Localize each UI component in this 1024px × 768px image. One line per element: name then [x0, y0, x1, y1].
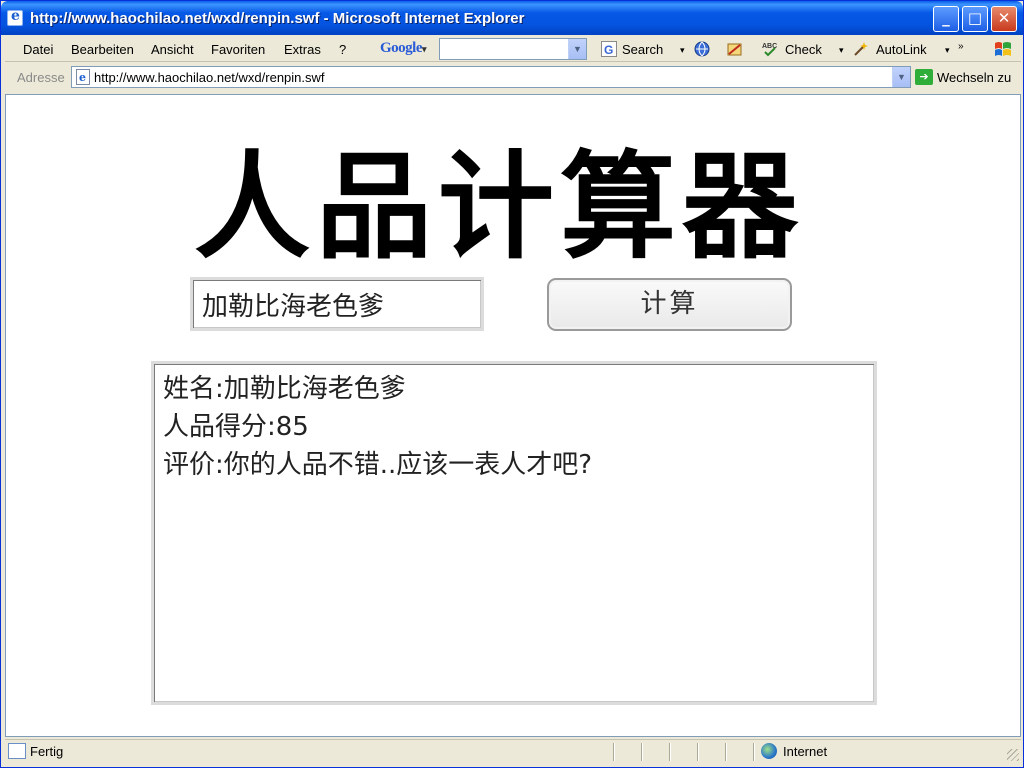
status-bar: Fertig Internet [5, 739, 1021, 763]
popup-blocker-icon[interactable] [727, 41, 743, 57]
page-done-icon [8, 743, 26, 759]
minimize-button[interactable]: _ [933, 6, 959, 32]
globe-icon[interactable] [694, 41, 710, 57]
go-label: Wechseln zu [937, 70, 1012, 85]
autolink-wand-icon[interactable] [853, 41, 869, 57]
autolink-button[interactable]: AutoLink [876, 42, 927, 57]
google-g-icon[interactable]: G [601, 41, 617, 57]
status-separator [725, 743, 727, 761]
check-button[interactable]: Check [785, 42, 822, 57]
menu-help[interactable]: ? [339, 42, 346, 57]
address-input[interactable]: e http://www.haochilao.net/wxd/renpin.sw… [71, 66, 911, 88]
title-bar[interactable]: http://www.haochilao.net/wxd/renpin.swf … [1, 1, 1023, 35]
status-separator [669, 743, 671, 761]
window-title: http://www.haochilao.net/wxd/renpin.swf … [30, 10, 525, 27]
menu-ansicht[interactable]: Ansicht [151, 42, 194, 57]
search-button[interactable]: Search [622, 42, 663, 57]
close-button[interactable]: ✕ [991, 6, 1017, 32]
address-url: http://www.haochilao.net/wxd/renpin.swf [94, 70, 325, 85]
svg-text:e: e [79, 71, 86, 84]
go-arrow-icon: ➔ [915, 69, 933, 85]
security-zone-label: Internet [783, 744, 828, 759]
result-comment-line: 评价:你的人品不错..应该一表人才吧? [163, 450, 593, 480]
status-separator [753, 743, 755, 761]
ie-logo-icon [7, 8, 23, 26]
menu-bearbeiten[interactable]: Bearbeiten [71, 42, 134, 57]
chevron-down-icon: ▾ [422, 44, 427, 54]
windows-logo-icon [995, 42, 1011, 56]
internet-zone-icon [761, 743, 777, 759]
search-dropdown-icon[interactable]: ▾ [680, 45, 685, 56]
chevron-down-icon[interactable]: ▼ [568, 39, 586, 59]
check-dropdown-icon[interactable]: ▾ [839, 45, 844, 56]
browser-window: http://www.haochilao.net/wxd/renpin.swf … [0, 0, 1024, 768]
maximize-button[interactable]: □ [962, 6, 988, 32]
calculate-button[interactable]: 计算 [547, 278, 792, 331]
menu-favoriten[interactable]: Favoriten [211, 42, 265, 57]
page-icon: e [76, 69, 90, 85]
name-input[interactable]: 加勒比海老色爹 [190, 277, 484, 331]
address-label: Adresse [17, 70, 65, 85]
address-bar: Adresse e http://www.haochilao.net/wxd/r… [5, 63, 1021, 91]
spellcheck-icon[interactable]: ABC [762, 41, 778, 57]
status-text: Fertig [30, 744, 64, 759]
resize-grip[interactable] [1007, 749, 1019, 761]
chevron-down-icon[interactable]: ▼ [892, 67, 910, 87]
result-name-line: 姓名:加勒比海老色爹 [163, 374, 406, 404]
autolink-dropdown-icon[interactable]: ▾ [945, 45, 950, 56]
google-logo-text: Google [380, 40, 423, 56]
google-toolbar-logo[interactable]: Google▾ [380, 40, 427, 57]
svg-text:G: G [604, 43, 613, 57]
go-button[interactable]: ➔ Wechseln zu [915, 66, 1021, 88]
menu-datei[interactable]: Datei [23, 42, 53, 57]
status-separator [641, 743, 643, 761]
menu-extras[interactable]: Extras [284, 42, 321, 57]
status-separator [697, 743, 699, 761]
result-textarea[interactable]: 姓名:加勒比海老色爹 人品得分:85 评价:你的人品不错..应该一表人才吧? [151, 361, 877, 705]
page-title: 人品计算器 [194, 140, 804, 275]
google-search-input[interactable]: ▼ [439, 38, 587, 60]
status-separator [613, 743, 615, 761]
toolbar-overflow-button[interactable]: » [958, 41, 964, 52]
result-score-line: 人品得分:85 [163, 412, 309, 442]
page-content: 人品计算器 加勒比海老色爹 计算 姓名:加勒比海老色爹 人品得分:85 评价:你… [5, 94, 1021, 737]
